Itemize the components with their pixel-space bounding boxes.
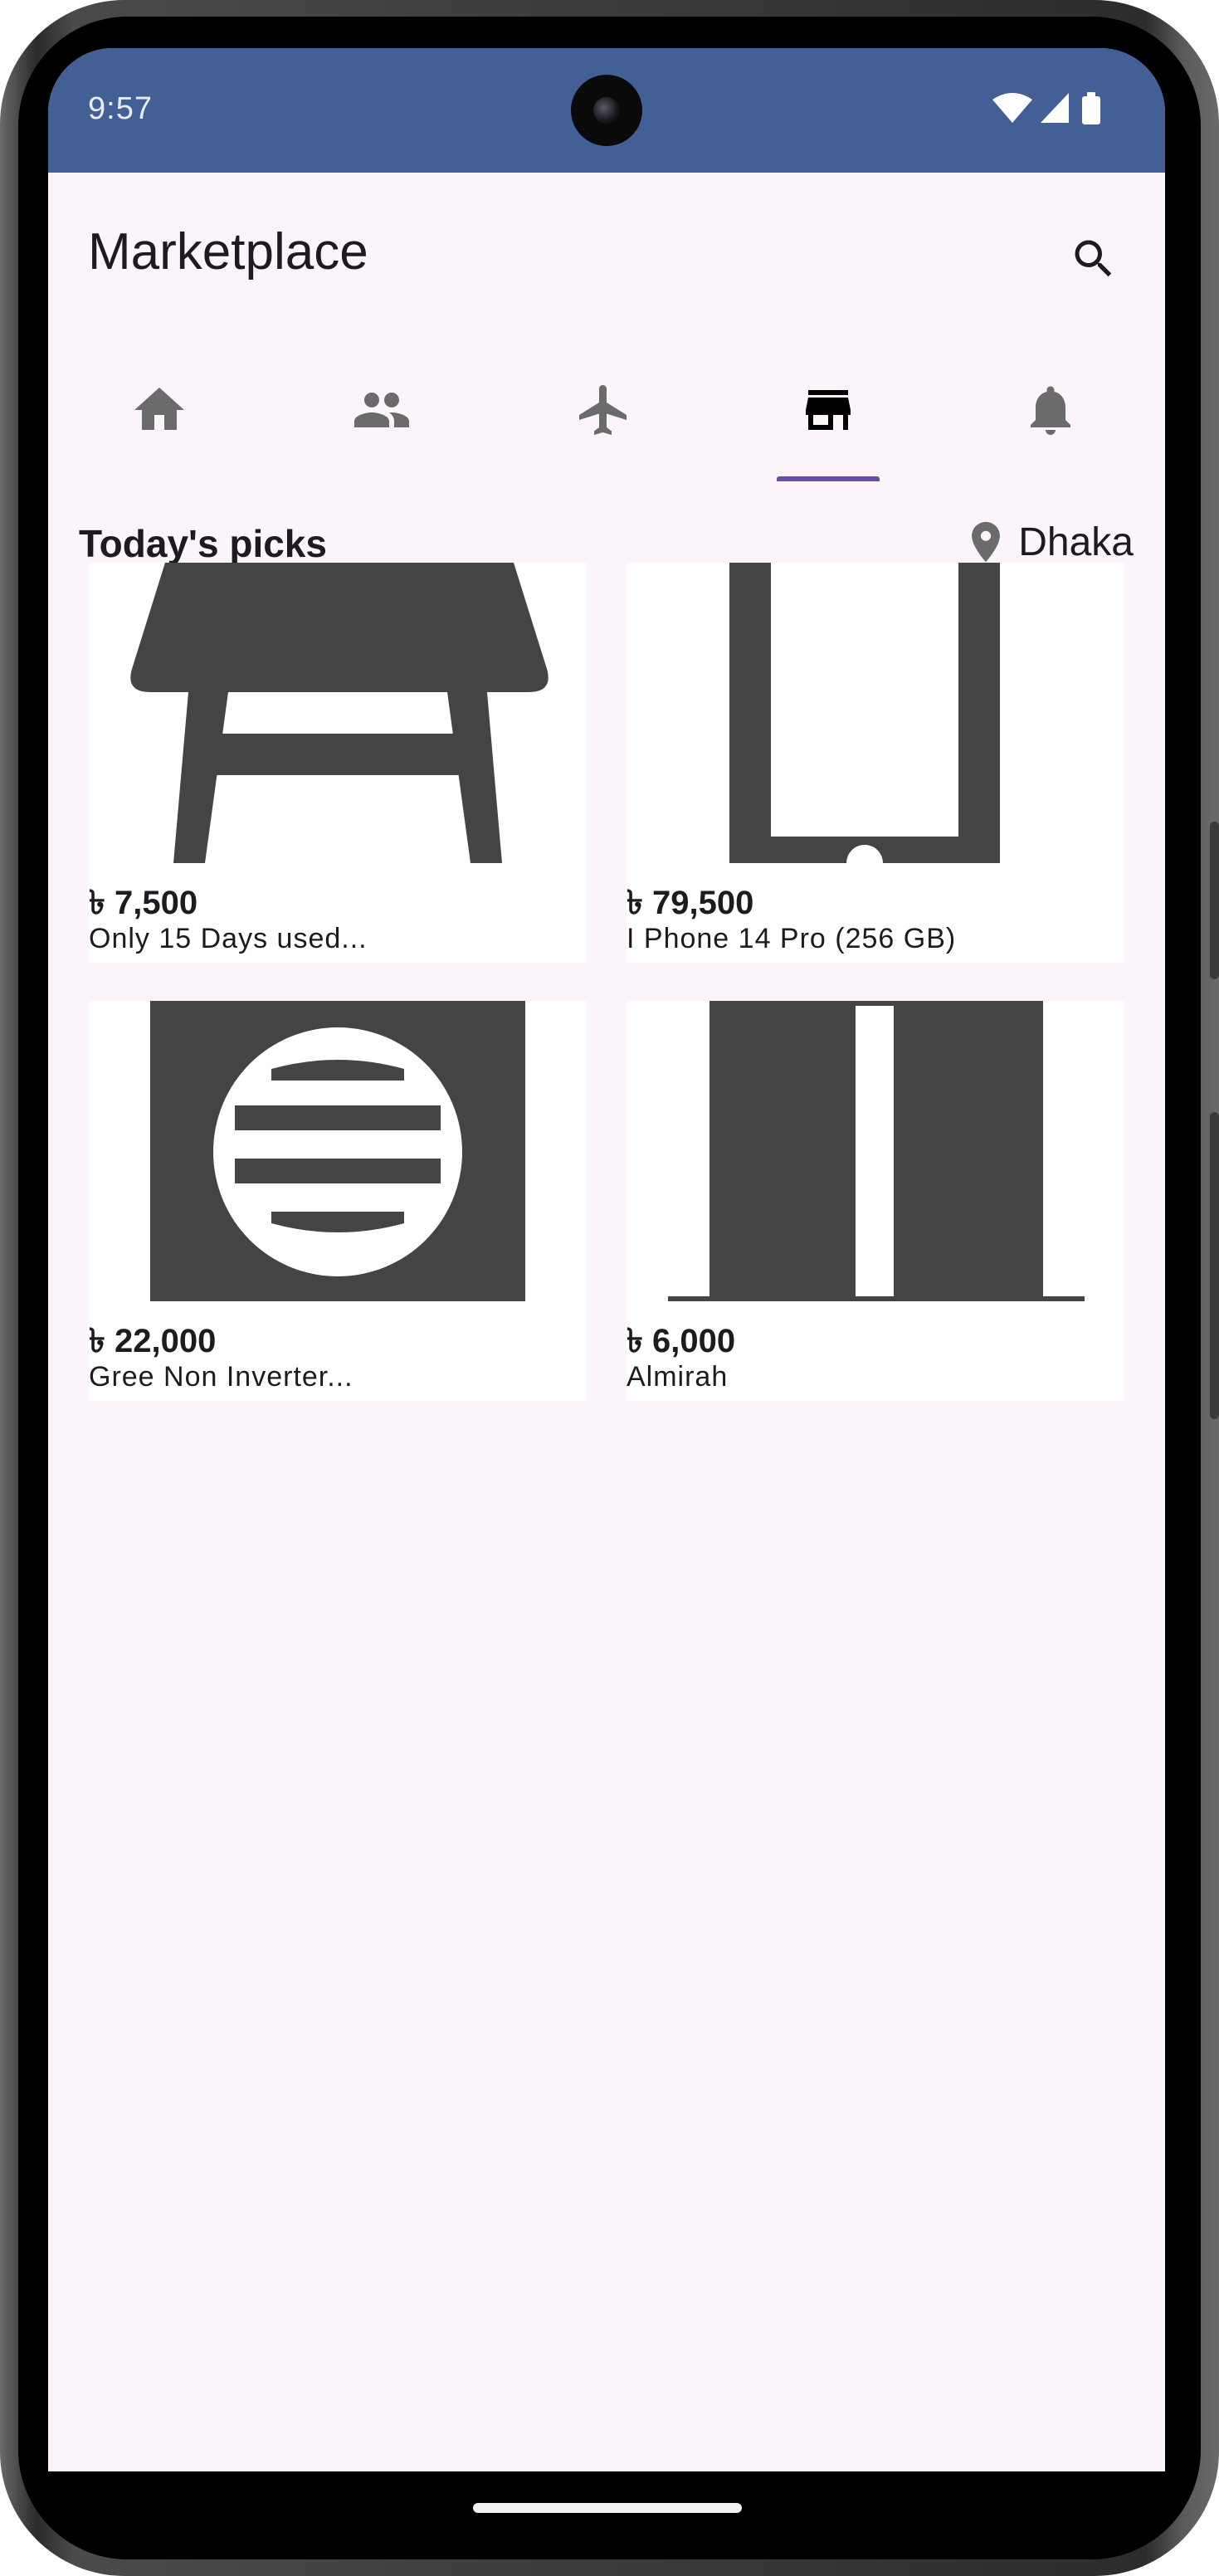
smartphone-icon <box>729 563 1000 863</box>
screen: 9:57 Marketplace Today's picks Dhaka ৳ 7… <box>48 48 1165 2471</box>
listing-image <box>89 563 587 863</box>
listing-description: Only 15 Days used... <box>89 923 368 954</box>
wifi-icon <box>992 93 1032 123</box>
status-bar: 9:57 <box>48 48 1165 173</box>
bell-icon <box>1031 386 1070 435</box>
listing-image <box>627 1001 1124 1301</box>
listing-card[interactable]: ৳ 7,500 Only 15 Days used... <box>89 563 587 963</box>
search-button[interactable] <box>1061 226 1127 292</box>
cellular-signal-icon <box>1041 93 1069 123</box>
page-title: Marketplace <box>88 223 368 281</box>
tab-travel[interactable] <box>493 322 715 480</box>
tab-marketplace[interactable] <box>717 322 939 480</box>
listing-image <box>627 563 1124 863</box>
listing-card[interactable]: ৳ 6,000 Almirah <box>627 1001 1124 1401</box>
status-time: 9:57 <box>88 91 153 126</box>
phone-frame: 9:57 Marketplace Today's picks Dhaka ৳ 7… <box>0 0 1219 2576</box>
home-icon <box>134 388 184 430</box>
listing-description: I Phone 14 Pro (256 GB) <box>627 923 957 954</box>
tab-home[interactable] <box>48 322 271 480</box>
selected-tab-indicator <box>777 476 880 481</box>
airplane-icon <box>579 385 627 435</box>
power-button <box>1210 822 1219 979</box>
location-label: Dhaka <box>1018 520 1134 564</box>
listing-card[interactable]: ৳ 22,000 Gree Non Inverter... <box>89 1001 587 1401</box>
front-camera <box>571 75 642 146</box>
volume-button <box>1210 1112 1219 1419</box>
listing-description: Gree Non Inverter... <box>89 1361 354 1393</box>
navigation-tabs <box>48 322 1165 481</box>
location-pin-icon <box>972 521 1001 563</box>
home-gesture-bar[interactable] <box>473 2503 742 2513</box>
tab-friends[interactable] <box>271 322 493 480</box>
section-title: Today's picks <box>79 522 327 565</box>
battery-icon <box>1082 92 1100 124</box>
wardrobe-icon <box>668 1001 1085 1301</box>
listing-card[interactable]: ৳ 79,500 I Phone 14 Pro (256 GB) <box>627 563 1124 963</box>
table-icon <box>130 563 549 863</box>
people-icon <box>354 393 409 427</box>
listing-image <box>89 1001 587 1301</box>
air-conditioner-icon <box>150 1001 525 1301</box>
listing-description: Almirah <box>627 1361 729 1393</box>
tab-notifications[interactable] <box>939 322 1162 480</box>
status-icons <box>992 90 1102 128</box>
storefront-icon <box>806 390 851 430</box>
search-icon <box>1075 240 1112 277</box>
